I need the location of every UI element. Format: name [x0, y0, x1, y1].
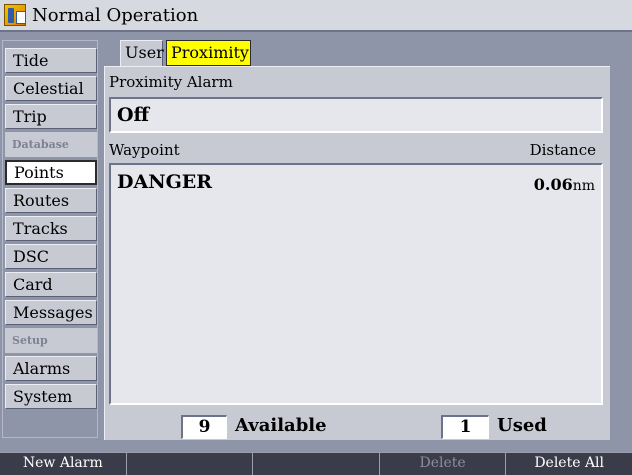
main-panel: User Proximity Proximity Alarm Off Waypo… — [104, 36, 610, 440]
proximity-alarm-label: Proximity Alarm — [109, 73, 233, 91]
delete-all-softkey[interactable]: Delete All — [506, 452, 632, 475]
sidebar-item-celestial[interactable]: Celestial — [5, 76, 97, 101]
distance-value: 0.06 — [533, 175, 573, 194]
sidebar-item-tide[interactable]: Tide — [5, 48, 97, 73]
title-bar: Normal Operation — [0, 0, 632, 32]
proximity-content: Proximity Alarm Off Waypoint Distance DA… — [104, 66, 610, 440]
counts-footer: 9 Available 1 Used — [105, 411, 611, 441]
sidebar-item-tracks[interactable]: Tracks — [5, 216, 97, 241]
waypoint-name: DANGER — [117, 171, 213, 193]
softkey-bar: New Alarm Delete Delete All — [0, 452, 632, 475]
sidebar-item-trip[interactable]: Trip — [5, 104, 97, 129]
window-title: Normal Operation — [32, 4, 199, 26]
sidebar-item-dsc[interactable]: DSC — [5, 244, 97, 269]
proximity-alarm-field[interactable]: Off — [109, 97, 603, 133]
empty-softkey-2[interactable] — [126, 452, 254, 475]
tab-proximity[interactable]: Proximity — [166, 40, 251, 66]
app-icon — [4, 4, 26, 26]
waypoint-distance: 0.06nm — [534, 175, 595, 194]
delete-softkey[interactable]: Delete — [379, 452, 507, 475]
tab-user[interactable]: User — [120, 40, 164, 66]
sidebar-item-system[interactable]: System — [5, 384, 97, 409]
sidebar-header-setup: Setup — [5, 328, 97, 353]
sidebar: Tide Celestial Trip Database Points Rout… — [2, 40, 98, 438]
sidebar-item-card[interactable]: Card — [5, 272, 97, 297]
sidebar-header-database: Database — [5, 132, 97, 157]
used-label: Used — [497, 415, 547, 436]
sidebar-item-messages[interactable]: Messages — [5, 300, 97, 325]
sidebar-item-routes[interactable]: Routes — [5, 188, 97, 213]
available-label: Available — [235, 415, 327, 436]
sidebar-item-alarms[interactable]: Alarms — [5, 356, 97, 381]
available-count: 9 — [181, 415, 227, 439]
table-row[interactable]: DANGER 0.06nm — [111, 167, 601, 201]
distance-column-header: Distance — [529, 141, 596, 159]
distance-unit: nm — [572, 178, 595, 194]
used-count: 1 — [441, 415, 489, 439]
empty-softkey-3[interactable] — [253, 452, 380, 475]
sidebar-item-points[interactable]: Points — [5, 160, 97, 185]
waypoint-column-header: Waypoint — [109, 141, 180, 159]
new-alarm-softkey[interactable]: New Alarm — [0, 452, 127, 475]
proximity-list: DANGER 0.06nm — [109, 163, 603, 405]
